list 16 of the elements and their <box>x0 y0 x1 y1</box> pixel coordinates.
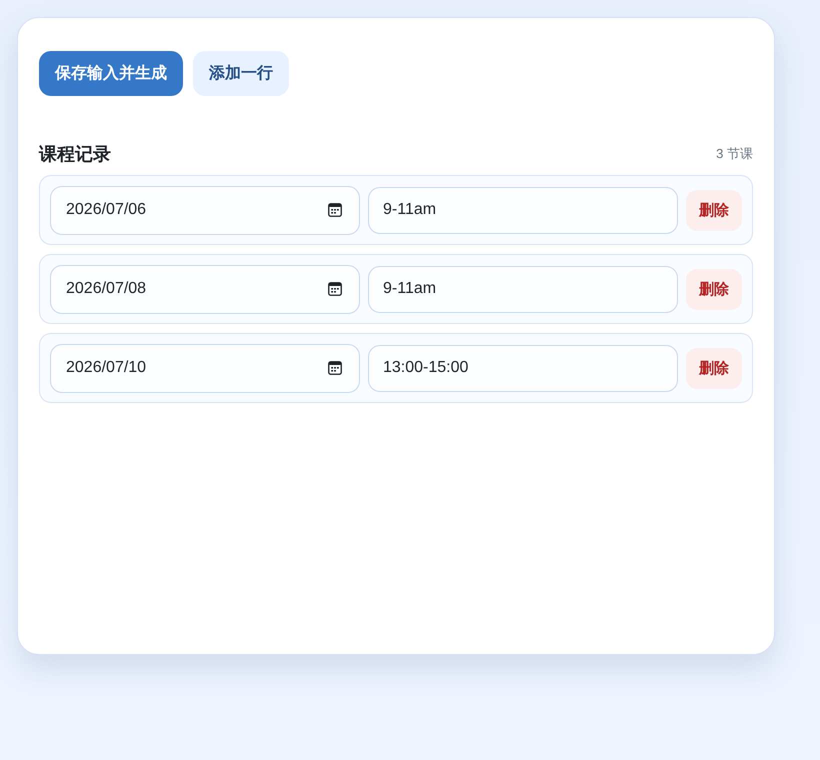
date-field[interactable]: 2026/07/10 <box>50 344 360 392</box>
date-field[interactable]: 2026/07/08 <box>50 264 360 314</box>
delete-button[interactable]: 删除 <box>686 348 742 388</box>
time-field[interactable]: 9-11am <box>368 266 678 312</box>
delete-button[interactable]: 删除 <box>686 268 742 310</box>
calendar-icon[interactable] <box>328 203 342 217</box>
calendar-icon[interactable] <box>328 361 342 375</box>
calendar-icon[interactable] <box>328 282 342 296</box>
add-row-button[interactable]: 添加一行 <box>193 51 289 96</box>
section-title: 课程记录 <box>39 143 111 166</box>
time-field[interactable]: 13:00-15:00 <box>368 344 678 392</box>
delete-button[interactable]: 删除 <box>686 190 742 230</box>
lesson-count: 3 节课 <box>716 145 753 163</box>
save-generate-button[interactable]: 保存输入并生成 <box>39 51 183 96</box>
date-field[interactable]: 2026/07/06 <box>50 186 360 234</box>
time-field[interactable]: 9-11am <box>368 186 678 234</box>
